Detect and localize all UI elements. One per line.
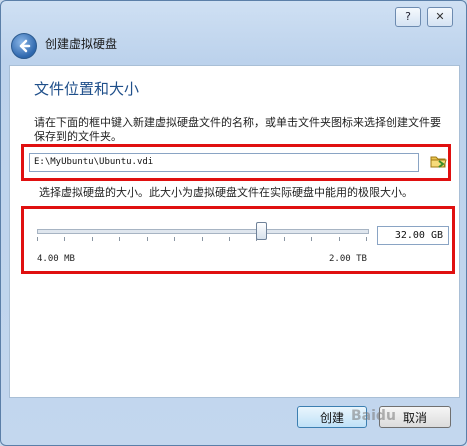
slider-tick xyxy=(339,237,340,241)
page-description: 请在下面的框中键入新建虚拟硬盘文件的名称，或单击文件夹图标来选择创建文件要保存到… xyxy=(34,116,441,143)
slider-tick xyxy=(202,237,203,241)
slider-tick xyxy=(147,237,148,241)
watermark-text: Baidu xyxy=(351,408,396,424)
folder-icon[interactable] xyxy=(430,153,447,170)
slider-tick xyxy=(229,237,230,241)
slider-tick xyxy=(284,237,285,241)
dialog-window: ? ✕ 创建虚拟硬盘 文件位置和大小 请在下面的框中键入新建虚拟硬盘文件的名称，… xyxy=(0,0,467,446)
help-button[interactable]: ? xyxy=(395,7,421,27)
file-path-input[interactable]: E:\MyUbuntu\Ubuntu.vdi xyxy=(29,153,419,172)
slider-tick xyxy=(366,237,367,241)
size-slider-track[interactable] xyxy=(37,229,369,234)
size-input[interactable]: 32.00 GB xyxy=(377,226,449,245)
back-arrow-icon xyxy=(19,39,31,53)
size-min-label: 4.00 MB xyxy=(37,254,75,264)
slider-tick xyxy=(92,237,93,241)
size-slider-thumb[interactable] xyxy=(256,222,267,240)
page-heading: 文件位置和大小 xyxy=(34,80,140,98)
slider-tick xyxy=(119,237,120,241)
slider-tick xyxy=(64,237,65,241)
slider-tick xyxy=(37,237,38,241)
slider-tick xyxy=(311,237,312,241)
size-description: 选择虚拟硬盘的大小。此大小为虚拟硬盘文件在实际硬盘中能用的极限大小。 xyxy=(39,186,413,199)
close-button[interactable]: ✕ xyxy=(427,7,453,27)
slider-tick xyxy=(174,237,175,241)
back-button[interactable] xyxy=(11,33,37,59)
size-max-label: 2.00 TB xyxy=(329,254,367,264)
window-title: 创建虚拟硬盘 xyxy=(45,37,118,51)
